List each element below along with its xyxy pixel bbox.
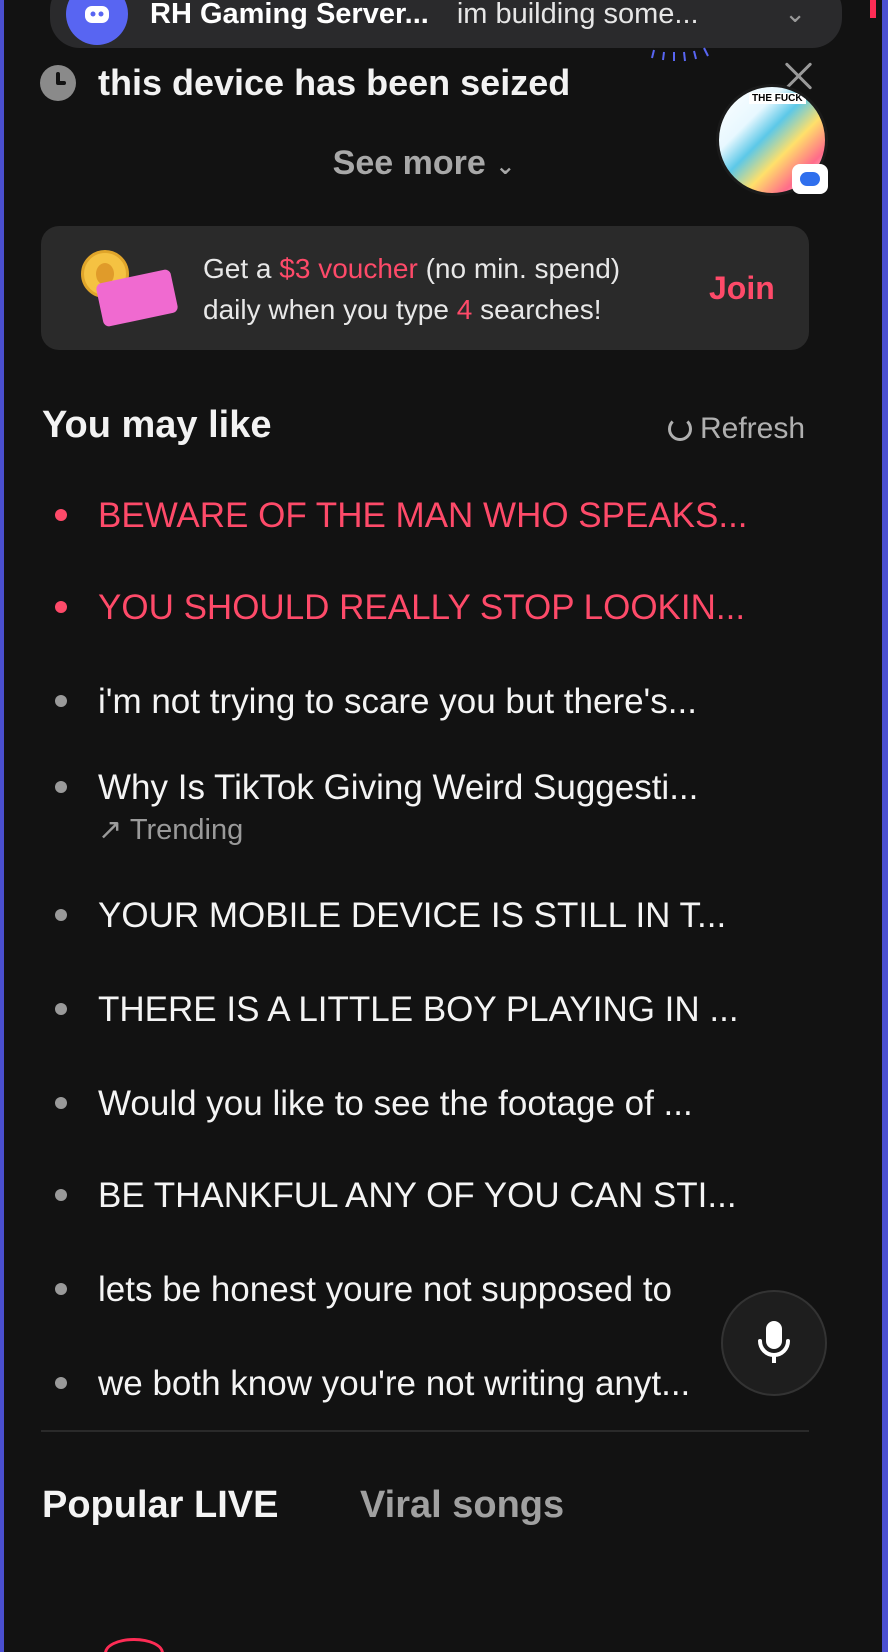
microphone-icon	[758, 1321, 790, 1363]
suggestion-text: Would you like to see the footage of ...	[98, 1084, 693, 1123]
bullet-icon	[55, 1377, 67, 1389]
bullet-icon	[55, 695, 67, 707]
suggestion-text: lets be honest youre not supposed to	[98, 1270, 673, 1309]
bullet-icon	[55, 781, 67, 793]
suggestion-item[interactable]: BEWARE OF THE MAN WHO SPEAKS...	[4, 470, 844, 562]
history-item[interactable]: this device has been seized	[40, 58, 840, 108]
refresh-label: Refresh	[700, 412, 806, 445]
clock-icon	[40, 65, 76, 101]
refresh-icon	[668, 417, 692, 441]
suggestion-text: THERE IS A LITTLE BOY PLAYING IN ...	[98, 990, 739, 1029]
suggestion-item[interactable]: BE THANKFUL ANY OF YOU CAN STI...	[4, 1150, 844, 1242]
suggestion-item[interactable]: YOUR MOBILE DEVICE IS STILL IN T...	[4, 870, 844, 962]
join-button[interactable]: Join	[709, 270, 775, 307]
suggestion-text: BE THANKFUL ANY OF YOU CAN STI...	[98, 1176, 737, 1215]
discord-icon	[66, 0, 128, 45]
message-icon	[792, 164, 828, 194]
live-avatar[interactable]	[104, 1638, 164, 1652]
tab-popular-live[interactable]: Popular LIVE	[42, 1484, 278, 1527]
trending-icon: ↗	[98, 814, 123, 846]
trending-tag: ↗ Trending	[98, 814, 244, 846]
suggestion-text: YOUR MOBILE DEVICE IS STILL IN T...	[98, 896, 727, 935]
section-title: You may like	[42, 404, 272, 446]
voucher-amount: $3 voucher	[279, 253, 418, 284]
status-indicator	[870, 0, 876, 18]
suggestion-item[interactable]: lets be honest youre not supposed to	[4, 1244, 844, 1336]
bullet-icon	[55, 509, 67, 521]
voucher-text: Get a $3 voucher (no min. spend) daily w…	[203, 253, 621, 325]
suggestion-text: we both know you're not writing anyt...	[98, 1364, 691, 1403]
suggestion-text: Why Is TikTok Giving Weird Suggesti...	[98, 768, 699, 807]
divider	[41, 1430, 809, 1432]
bullet-icon	[55, 601, 67, 613]
chevron-down-icon: ⌄	[495, 153, 516, 180]
search-screen: RH Gaming Server... im building some... …	[4, 0, 882, 1652]
notification-banner[interactable]: RH Gaming Server... im building some... …	[50, 0, 842, 48]
bullet-icon	[55, 1189, 67, 1201]
notification-message: im building some...	[456, 0, 699, 30]
bullet-icon	[55, 1003, 67, 1015]
suggestion-item[interactable]: YOU SHOULD REALLY STOP LOOKIN...	[4, 562, 844, 654]
avatar-banner-text: THE FUCK	[749, 93, 806, 104]
refresh-button[interactable]: Refresh	[668, 412, 805, 446]
voice-search-button[interactable]	[721, 1290, 827, 1396]
bullet-icon	[55, 1097, 67, 1109]
voucher-card[interactable]: Get a $3 voucher (no min. spend) daily w…	[41, 226, 809, 350]
suggestion-item[interactable]: we both know you're not writing anyt...	[4, 1338, 844, 1430]
suggestion-item[interactable]: THERE IS A LITTLE BOY PLAYING IN ...	[4, 964, 844, 1056]
suggestion-item[interactable]: Would you like to see the footage of ...	[4, 1058, 844, 1150]
tab-viral-songs[interactable]: Viral songs	[360, 1484, 564, 1527]
chevron-down-icon[interactable]: ⌄	[784, 0, 806, 29]
bullet-icon	[55, 1283, 67, 1295]
history-item-text: this device has been seized	[98, 62, 571, 103]
suggestion-text: i'm not trying to scare you but there's.…	[98, 682, 697, 721]
suggestion-text: YOU SHOULD REALLY STOP LOOKIN...	[98, 588, 746, 627]
notification-title: RH Gaming Server...	[150, 0, 429, 30]
suggestion-text: BEWARE OF THE MAN WHO SPEAKS...	[98, 496, 748, 535]
bullet-icon	[55, 909, 67, 921]
see-more-label: See more	[332, 144, 486, 182]
search-count: 4	[456, 294, 473, 325]
suggestion-item[interactable]: Why Is TikTok Giving Weird Suggesti... ↗…	[4, 746, 844, 852]
suggestion-item[interactable]: i'm not trying to scare you but there's.…	[4, 654, 844, 746]
